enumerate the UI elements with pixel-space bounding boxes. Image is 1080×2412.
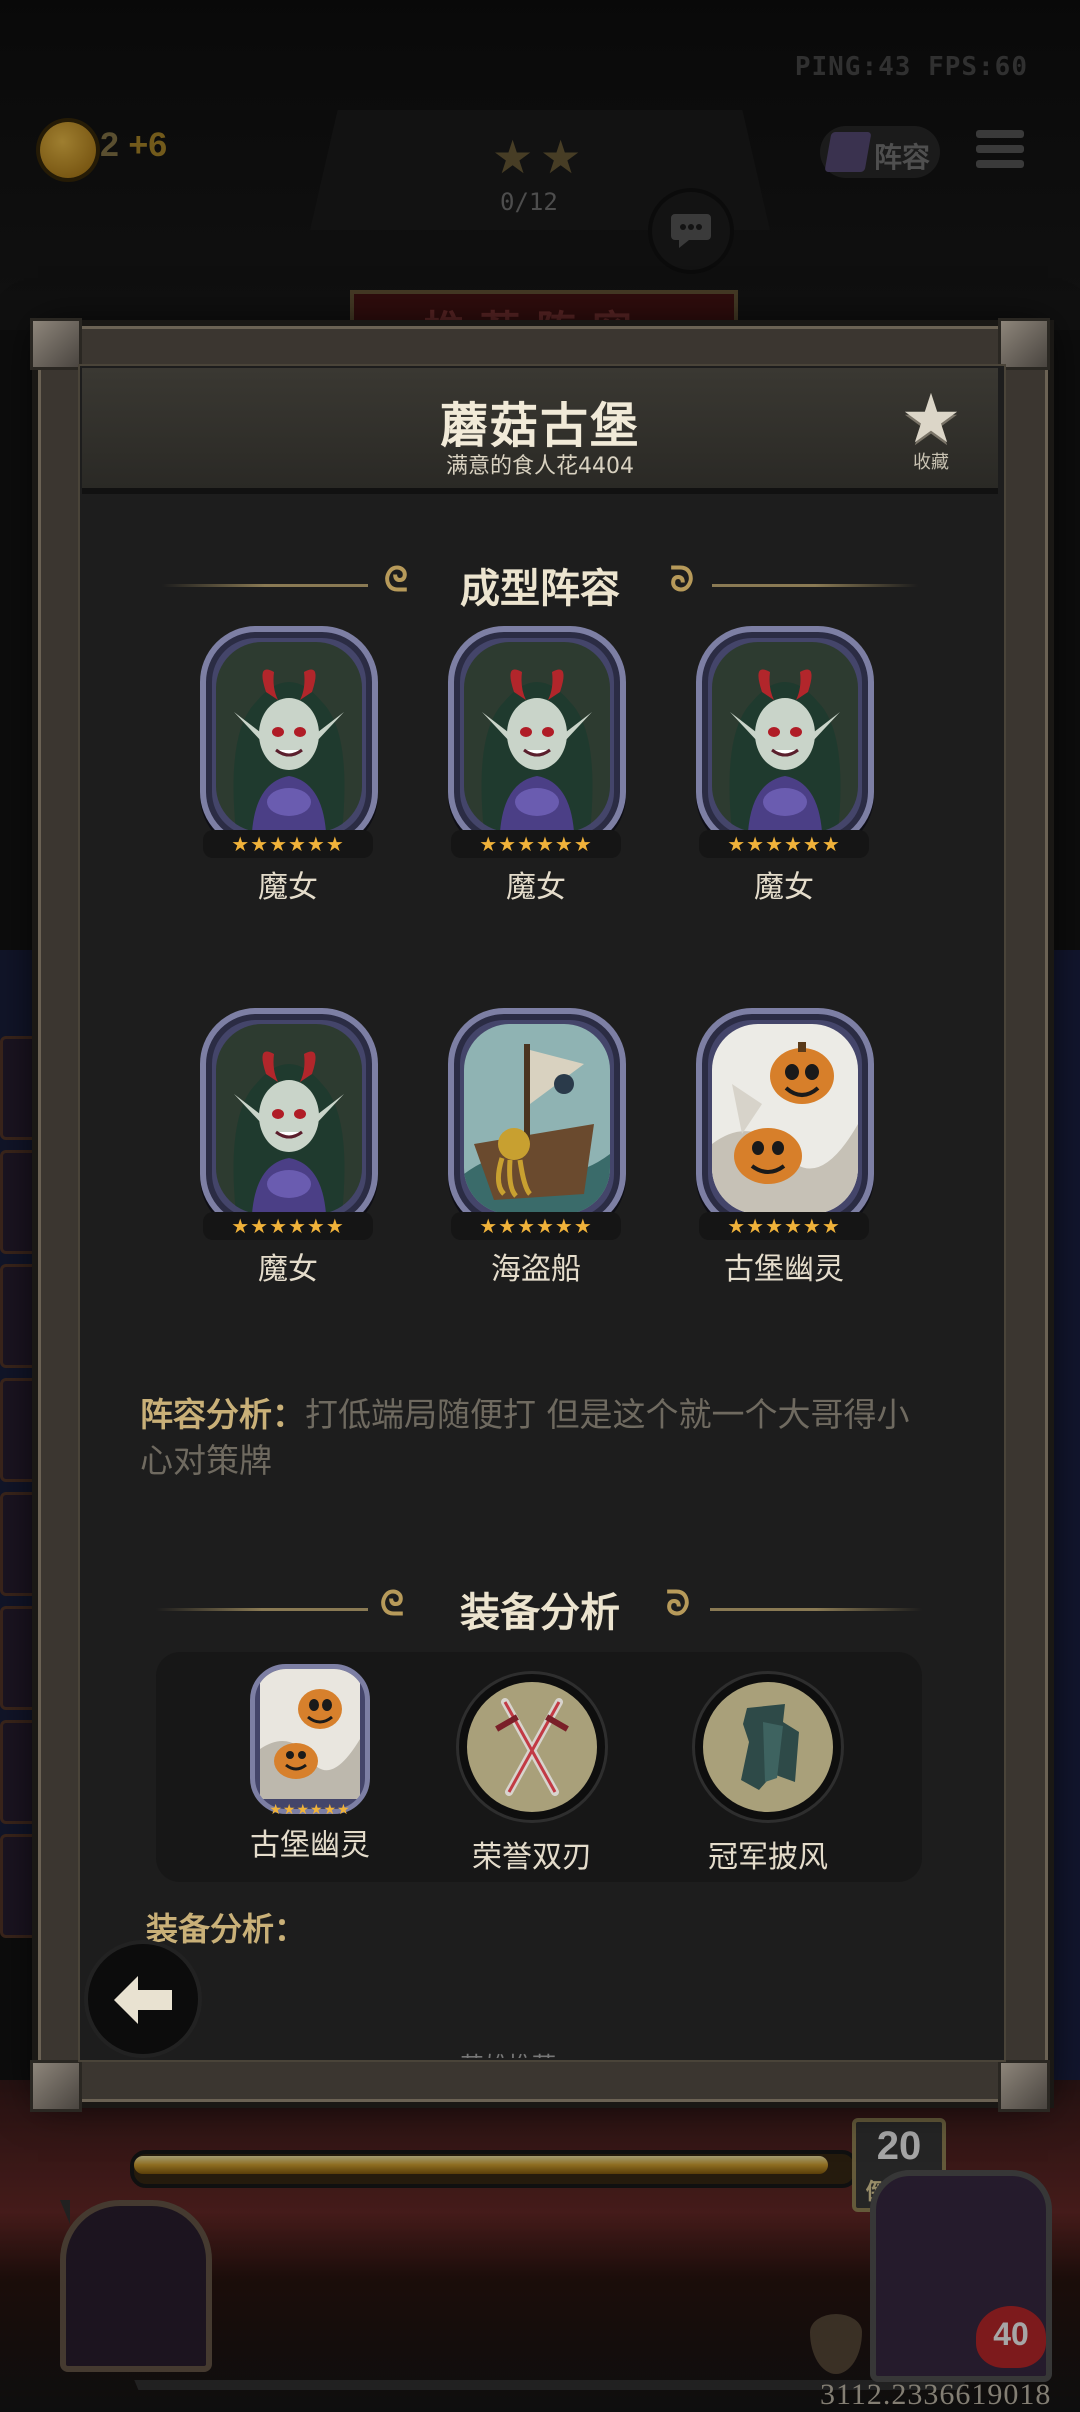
hero-star-rating: ★★★★★★ [699, 830, 869, 858]
equipment-hero[interactable]: ★★★★★★ 古堡幽灵 [210, 1664, 410, 1864]
hero-card[interactable]: ★★★★★★ 魔女 [448, 626, 626, 906]
hero-name: 魔女 [754, 870, 814, 905]
swirl-ornament-icon: ᘐ [666, 1584, 690, 1624]
hero-name: 魔女 [506, 870, 566, 905]
lineup-analysis-label: 阵容分析： [140, 1395, 305, 1434]
back-arrow-icon [114, 1976, 172, 2024]
pumpkin-ghost-portrait-icon [712, 1024, 858, 1214]
hero-name: 魔女 [258, 870, 318, 905]
hero-name: 魔女 [258, 1252, 318, 1287]
frame-corner [30, 318, 82, 370]
hero-frame [696, 1008, 874, 1230]
pumpkin-ghost-portrait-icon [260, 1669, 360, 1799]
dialog-author: 满意的食人花4404 [446, 454, 634, 479]
star-icon: ★ [900, 380, 962, 459]
witch-portrait-icon [216, 642, 362, 832]
twin-blades-icon [459, 1674, 605, 1820]
equipment-analysis-label: 装备分析： [146, 1910, 307, 1948]
cloak-icon [695, 1674, 841, 1820]
hero-frame [250, 1664, 370, 1814]
swirl-ornament-icon: ᘐ [670, 560, 694, 600]
hero-card[interactable]: ★★★★★★ 魔女 [200, 1008, 378, 1288]
equipment-item-name: 冠军披风 [708, 1840, 828, 1875]
equipment-item[interactable]: 荣誉双刃 [432, 1674, 632, 1876]
hero-frame [200, 626, 378, 848]
lineup-analysis: 阵容分析：打低端局随便打 但是这个就一个大哥得小心对策牌 [140, 1392, 940, 1484]
frame-corner [998, 318, 1050, 370]
hero-card[interactable]: ★★★★★★ 魔女 [696, 626, 874, 906]
hero-star-rating: ★★★★★★ [269, 1802, 351, 1818]
hero-star-rating: ★★★★★★ [451, 1212, 621, 1240]
hero-card[interactable]: ★★★★★★ 海盗船 [448, 1008, 626, 1288]
hero-star-rating: ★★★★★★ [203, 1212, 373, 1240]
hero-card[interactable]: ★★★★★★ 魔女 [200, 626, 378, 906]
hero-star-rating: ★★★★★★ [699, 1212, 869, 1240]
dialog-title: 蘑菇古堡 [439, 398, 640, 454]
hero-frame [200, 1008, 378, 1230]
hero-name: 海盗船 [491, 1252, 581, 1287]
equipment-item-name: 荣誉双刃 [472, 1840, 592, 1875]
hero-name: 古堡幽灵 [724, 1252, 844, 1287]
hero-card[interactable]: ★★★★★★ 古堡幽灵 [696, 1008, 874, 1288]
section-title-cutoff: 英雄推荐 [460, 2046, 620, 2058]
hero-frame [448, 626, 626, 848]
hero-frame [448, 1008, 626, 1230]
back-button[interactable] [88, 1944, 198, 2054]
favorite-button[interactable]: ★ 收藏 [896, 380, 966, 474]
witch-portrait-icon [464, 642, 610, 832]
witch-portrait-icon [216, 1024, 362, 1214]
pirate-ship-portrait-icon [464, 1024, 610, 1214]
equipment-item[interactable]: 冠军披风 [668, 1674, 868, 1876]
divider-line [710, 1608, 922, 1611]
dialog-header: 蘑菇古堡 满意的食人花4404 [82, 368, 998, 494]
divider-line [712, 584, 918, 587]
hero-frame [696, 626, 874, 848]
hero-star-rating: ★★★★★★ [203, 830, 373, 858]
lineup-section-title: 成型阵容 [460, 566, 620, 612]
hero-star-rating: ★★★★★★ [451, 830, 621, 858]
witch-portrait-icon [712, 642, 858, 832]
frame-corner [30, 2060, 82, 2112]
frame-corner [998, 2060, 1050, 2112]
equipment-hero-name: 古堡幽灵 [250, 1828, 370, 1863]
